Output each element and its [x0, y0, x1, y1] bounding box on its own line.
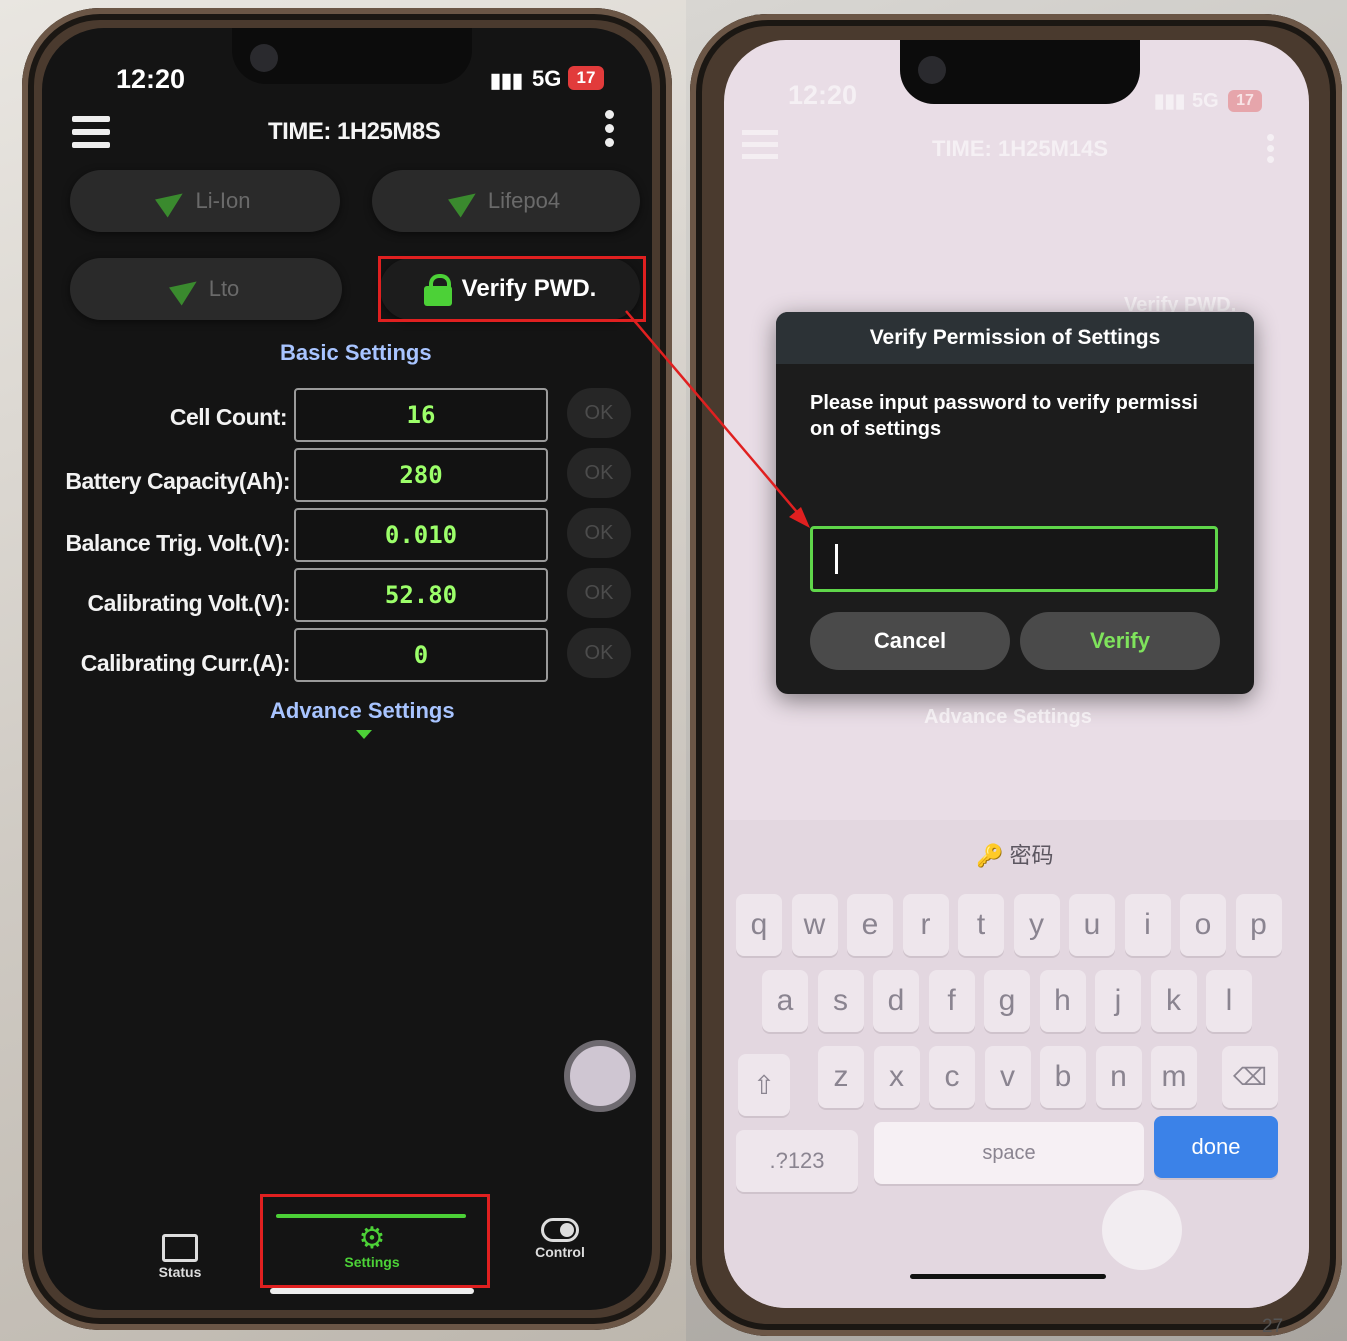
arrow-head — [789, 507, 810, 528]
arrow-line — [625, 310, 803, 519]
page-number: 27 — [1262, 1316, 1284, 1337]
annotation-arrow — [625, 310, 810, 528]
